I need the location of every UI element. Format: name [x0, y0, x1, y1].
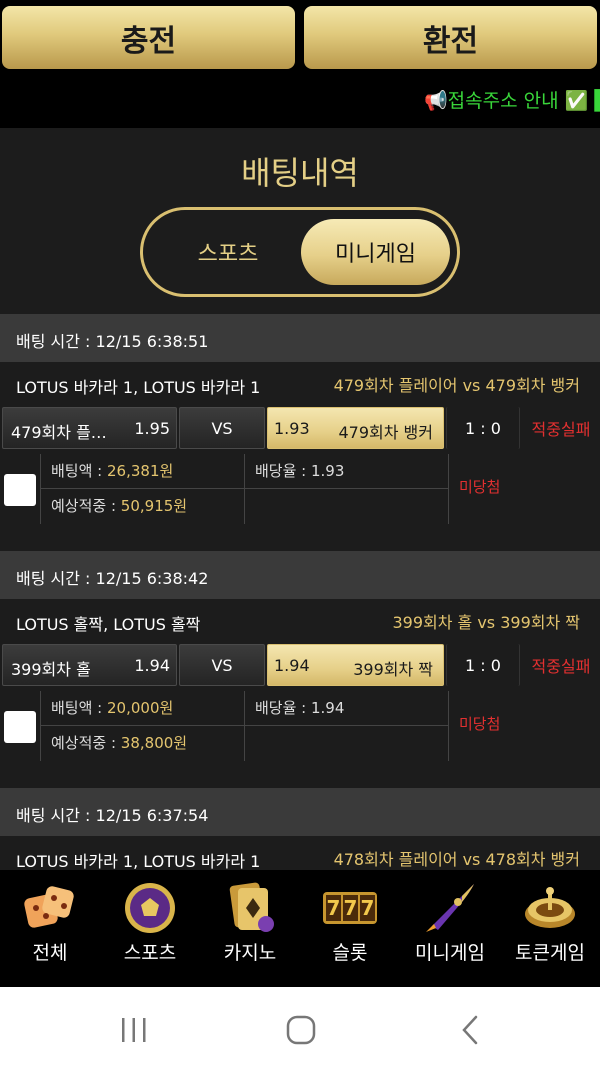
home-odd: 1.94	[134, 656, 170, 675]
top-action-bar: 충전 환전	[0, 0, 600, 76]
away-pick-cell-selected: 1.94 399회차 짝	[267, 644, 444, 686]
bet-amount: 배팅액 : 26,381원	[40, 454, 244, 489]
home-pick-cell: 399회차 홀 1.94	[2, 644, 177, 686]
notice-marquee: 📢접속주소 안내 ✅ ▌	[0, 76, 600, 128]
tab-minigame[interactable]: 미니게임	[301, 219, 450, 285]
bet-odds: 배당율 : 1.94	[244, 691, 448, 726]
nav-sports[interactable]: 스포츠	[100, 870, 200, 987]
game-name: LOTUS 바카라 1, LOTUS 바카라 1	[16, 378, 261, 397]
bet-time: 배팅 시간 : 12/15 6:38:51	[16, 332, 209, 351]
away-pick-label: 399회차 짝	[353, 660, 433, 679]
game-matchup: 399회차 홀 vs 399회차 짝	[392, 613, 580, 632]
bet-select-checkbox[interactable]	[4, 711, 36, 743]
bet-entry: 배팅 시간 : 12/15 6:38:42 LOTUS 홀짝, LOTUS 홀짝…	[0, 551, 600, 789]
score: 1 : 0	[446, 644, 520, 686]
bet-time-row: 배팅 시간 : 12/15 6:38:51	[0, 314, 600, 362]
dice-icon	[24, 886, 74, 928]
expected-win-label: 예상적중 :	[51, 497, 121, 515]
bet-entry: 배팅 시간 : 12/15 6:38:51 LOTUS 바카라 1, LOTUS…	[0, 314, 600, 552]
nav-all-label: 전체	[32, 942, 68, 964]
bet-time: 배팅 시간 : 12/15 6:38:42	[16, 569, 209, 588]
bet-game-row: LOTUS 바카라 1, LOTUS 바카라 1 479회차 플레이어 vs 4…	[0, 362, 600, 404]
bet-info: 배팅액 : 26,381원 배당율 : 1.93 예상적중 : 50,915원 …	[0, 452, 600, 552]
info-empty-cell	[244, 726, 448, 761]
away-odd: 1.93	[274, 419, 310, 438]
expected-win-value: 50,915원	[120, 497, 188, 515]
vs-cell: VS	[179, 407, 265, 449]
nav-casino-label: 카지노	[223, 942, 277, 964]
status-badge: 미당첨	[448, 691, 600, 761]
nav-slot[interactable]: 7 7 7 슬롯	[300, 870, 400, 987]
nav-minigame-label: 미니게임	[415, 942, 485, 964]
system-nav-bar	[0, 987, 600, 1067]
game-matchup: 478회차 플레이어 vs 478회차 뱅커	[333, 850, 580, 869]
game-matchup: 479회차 플레이어 vs 479회차 뱅커	[333, 376, 580, 395]
home-pick-label: 479회차 플레…	[11, 423, 121, 442]
recent-apps-icon[interactable]	[118, 1015, 150, 1045]
bet-info-grid: 배팅액 : 26,381원 배당율 : 1.93 예상적중 : 50,915원	[40, 454, 448, 526]
expected-win-label: 예상적중 :	[51, 734, 121, 752]
bet-amount-label: 배팅액 :	[51, 462, 107, 480]
bet-time-row: 배팅 시간 : 12/15 6:38:42	[0, 551, 600, 599]
status-badge: 미당첨	[448, 454, 600, 524]
result-badge: 적중실패	[531, 420, 591, 439]
away-odd: 1.94	[274, 656, 310, 675]
nav-sports-label: 스포츠	[123, 942, 177, 964]
bet-info: 배팅액 : 20,000원 배당율 : 1.94 예상적중 : 38,800원 …	[0, 689, 600, 789]
bet-select-checkbox[interactable]	[4, 474, 36, 506]
category-nav: 전체 스포츠 카지노 7 7 7 슬롯 미니게임 토큰게임	[0, 870, 600, 987]
result-badge: 적중실패	[531, 657, 591, 676]
nav-slot-label: 슬롯	[332, 942, 368, 964]
game-name: LOTUS 바카라 1, LOTUS 바카라 1	[16, 852, 261, 870]
game-name: LOTUS 홀짝, LOTUS 홀짝	[16, 615, 201, 634]
rocket-icon	[426, 884, 474, 932]
expected-win: 예상적중 : 50,915원	[40, 489, 244, 524]
svg-text:7: 7	[344, 896, 358, 920]
cards-icon	[229, 882, 274, 932]
bet-time-row: 배팅 시간 : 12/15 6:37:54	[0, 788, 600, 836]
bet-amount-label: 배팅액 :	[51, 699, 107, 717]
home-pick-label: 399회차 홀	[11, 660, 91, 679]
page-title: 배팅내역	[241, 154, 359, 192]
bet-time: 배팅 시간 : 12/15 6:37:54	[16, 806, 209, 825]
score: 1 : 0	[446, 407, 520, 449]
info-empty-cell	[244, 489, 448, 524]
bet-game-row: LOTUS 홀짝, LOTUS 홀짝 399회차 홀 vs 399회차 짝	[0, 599, 600, 641]
marquee-text: 📢접속주소 안내 ✅ ▌	[424, 90, 600, 112]
home-icon[interactable]	[285, 1014, 317, 1046]
svg-text:7: 7	[327, 896, 341, 920]
tab-sports[interactable]: 스포츠	[153, 219, 303, 285]
slot-777-icon: 7 7 7	[323, 892, 377, 924]
exchange-button[interactable]: 환전	[304, 6, 597, 69]
bet-entry: 배팅 시간 : 12/15 6:37:54 LOTUS 바카라 1, LOTUS…	[0, 788, 600, 870]
soccer-ball-icon	[125, 883, 175, 933]
bet-amount-value: 26,381원	[107, 462, 174, 480]
pick-row: 399회차 홀 1.94 VS 1.94 399회차 짝 1 : 0 적중실패	[0, 641, 600, 689]
bet-info-grid: 배팅액 : 20,000원 배당율 : 1.94 예상적중 : 38,800원	[40, 691, 448, 763]
away-pick-cell-selected: 1.93 479회차 뱅커	[267, 407, 444, 449]
bet-amount: 배팅액 : 20,000원	[40, 691, 244, 726]
expected-win: 예상적중 : 38,800원	[40, 726, 244, 761]
pick-row: 479회차 플레… 1.95 VS 1.93 479회차 뱅커 1 : 0 적중…	[0, 404, 600, 452]
betting-history-panel: 배팅내역 스포츠 미니게임 배팅 시간 : 12/15 6:38:51 LOTU…	[0, 128, 600, 870]
charge-button[interactable]: 충전	[2, 6, 295, 69]
bet-odds: 배당율 : 1.93	[244, 454, 448, 489]
away-pick-label: 479회차 뱅커	[338, 423, 433, 442]
home-odd: 1.95	[134, 419, 170, 438]
bet-game-row: LOTUS 바카라 1, LOTUS 바카라 1 478회차 플레이어 vs 4…	[0, 836, 600, 870]
nav-token-game[interactable]: 토큰게임	[500, 870, 600, 987]
nav-minigame[interactable]: 미니게임	[400, 870, 500, 987]
svg-text:7: 7	[361, 896, 375, 920]
nav-token-game-label: 토큰게임	[515, 942, 585, 964]
vs-cell: VS	[179, 644, 265, 686]
category-toggle: 스포츠 미니게임	[140, 207, 460, 297]
expected-win-value: 38,800원	[120, 734, 188, 752]
home-pick-cell: 479회차 플레… 1.95	[2, 407, 177, 449]
back-icon[interactable]	[458, 1014, 484, 1046]
bet-amount-value: 20,000원	[107, 699, 174, 717]
roulette-icon	[525, 887, 575, 928]
nav-casino[interactable]: 카지노	[200, 870, 300, 987]
nav-all[interactable]: 전체	[0, 870, 100, 987]
